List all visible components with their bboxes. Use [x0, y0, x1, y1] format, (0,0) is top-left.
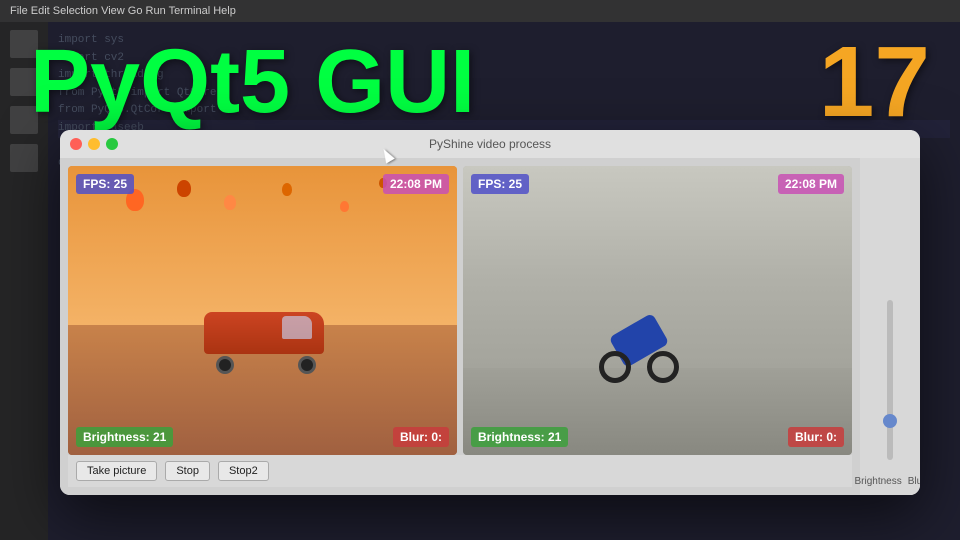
- window-title: PyShine video process: [429, 137, 551, 151]
- window-maximize-btn[interactable]: [106, 138, 118, 150]
- brightness-label: Brightness: [854, 476, 901, 487]
- moto-front-wheel: [647, 351, 679, 383]
- van-rear-wheel: [216, 356, 234, 374]
- van-front-wheel: [298, 356, 316, 374]
- left-fps-badge: FPS: 25: [76, 174, 134, 194]
- video-panel-left: FPS: 25 22:08 PM Brightness: 21 Blur: 0:: [68, 166, 457, 455]
- sidebar-debug-icon: [10, 144, 38, 172]
- vscode-titlebar: File Edit Selection View Go Run Terminal…: [0, 0, 960, 22]
- left-brightness-badge: Brightness: 21: [76, 427, 173, 447]
- left-blur-badge: Blur: 0:: [393, 427, 449, 447]
- stop-button[interactable]: Stop: [165, 461, 210, 481]
- blur-label: Blur: [908, 476, 920, 487]
- van-body: [204, 312, 324, 354]
- van-windshield: [282, 316, 312, 339]
- right-blur-badge: Blur: 0:: [788, 427, 844, 447]
- app-window: PyShine video process: [60, 130, 920, 495]
- right-brightness-badge: Brightness: 21: [471, 427, 568, 447]
- balloon-scene: [68, 166, 457, 455]
- slider-labels: Brightness Blur: [854, 476, 920, 487]
- balloon-2: [177, 180, 191, 197]
- take-picture-button[interactable]: Take picture: [76, 461, 157, 481]
- brightness-slider-thumb[interactable]: [883, 414, 897, 428]
- window-controls: [70, 138, 118, 150]
- van: [204, 314, 324, 374]
- slider-area: Brightness Blur: [860, 158, 920, 495]
- window-minimize-btn[interactable]: [88, 138, 100, 150]
- window-titlebar: PyShine video process: [60, 130, 920, 158]
- balloon-5: [340, 201, 349, 212]
- right-fps-badge: FPS: 25: [471, 174, 529, 194]
- video-panels: FPS: 25 22:08 PM Brightness: 21 Blur: 0:: [68, 166, 852, 455]
- main-title: PyQt5 GUI: [30, 37, 475, 127]
- brightness-slider-track[interactable]: [887, 300, 893, 460]
- balloon-3: [224, 195, 236, 210]
- video-area: FPS: 25 22:08 PM Brightness: 21 Blur: 0:: [60, 158, 860, 495]
- right-time-badge: 22:08 PM: [778, 174, 844, 194]
- stop2-button[interactable]: Stop2: [218, 461, 269, 481]
- balloon-4: [282, 183, 292, 196]
- window-close-btn[interactable]: [70, 138, 82, 150]
- video-panel-right: FPS: 25 22:08 PM Brightness: 21 Blur: 0:: [463, 166, 852, 455]
- button-bar: Take picture Stop Stop2: [68, 455, 852, 487]
- vscode-menu: File Edit Selection View Go Run Terminal…: [10, 5, 236, 17]
- moto-rear-wheel: [599, 351, 631, 383]
- motorcycle: [599, 313, 679, 383]
- window-body: FPS: 25 22:08 PM Brightness: 21 Blur: 0:: [60, 158, 920, 495]
- episode-number: 17: [819, 32, 930, 132]
- moto-scene: [463, 166, 852, 455]
- left-time-badge: 22:08 PM: [383, 174, 449, 194]
- title-overlay: PyQt5 GUI 17: [0, 22, 960, 142]
